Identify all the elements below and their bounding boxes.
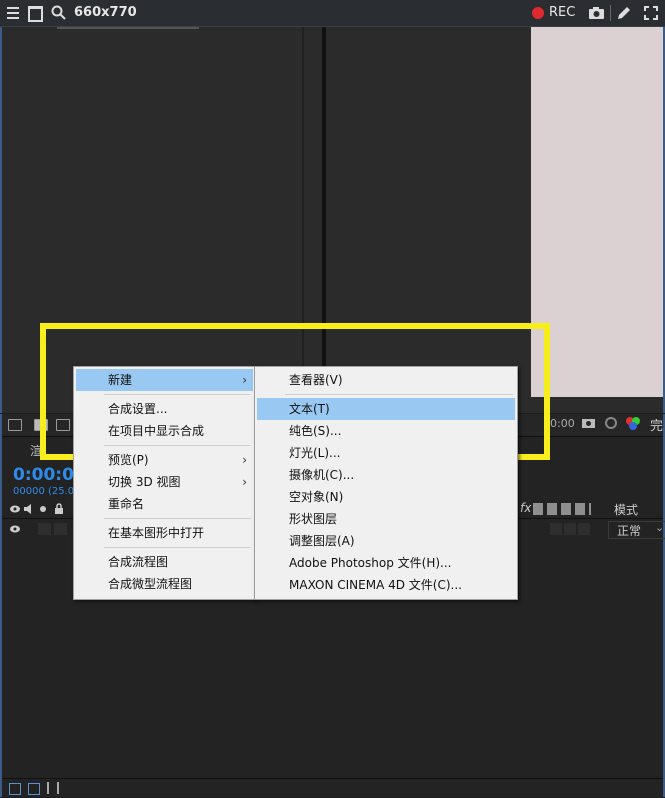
- chevron-down-icon: ⌄: [655, 521, 665, 534]
- context-menu: 新建 › 合成设置... 在项目中显示合成 预览(P) › 切换 3D 视图 › 重命…: [73, 366, 256, 600]
- capture-size-label: 660x770: [74, 5, 137, 20]
- switch-icons[interactable]: [533, 503, 591, 515]
- mode-value: 正常: [617, 524, 642, 538]
- bottom-status-bar: [2, 778, 663, 798]
- submenu-item-null-object[interactable]: 空对象(N): [257, 486, 515, 508]
- snapshot-camera-icon[interactable]: [581, 416, 596, 430]
- camera-icon[interactable]: [588, 6, 605, 20]
- submenu-item-camera[interactable]: 摄像机(C)...: [257, 464, 515, 486]
- toolbar-monitor-icon[interactable]: [8, 419, 22, 431]
- submenu-item-shape-layer[interactable]: 形状图层: [257, 508, 515, 530]
- submenu-item-photoshop-file[interactable]: Adobe Photoshop 文件(H)...: [257, 552, 515, 574]
- solo-icon[interactable]: [40, 506, 46, 512]
- right-time-label: 0:00: [550, 417, 575, 430]
- menu-separator: [104, 547, 251, 548]
- search-icon[interactable]: [51, 5, 66, 20]
- menu-item-mini-flowchart[interactable]: 合成微型流程图: [76, 573, 253, 595]
- record-icon[interactable]: [532, 7, 544, 19]
- chevron-right-icon: ›: [242, 453, 247, 467]
- mode-dropdown[interactable]: 正常 ⌄: [608, 521, 665, 539]
- menu-item-composition-flowchart[interactable]: 合成流程图: [76, 551, 253, 573]
- color-channels-icon[interactable]: [625, 415, 641, 431]
- frame-info: 00000 (25.00: [13, 486, 81, 497]
- menu-item-composition-settings[interactable]: 合成设置...: [76, 398, 253, 420]
- chevron-right-icon: ›: [242, 475, 247, 489]
- lock-icon[interactable]: [54, 503, 64, 515]
- submenu-item-viewer[interactable]: 查看器(V): [257, 369, 515, 391]
- submenu-item-adjustment-layer[interactable]: 调整图层(A): [257, 530, 515, 552]
- submenu-item-cinema4d-file[interactable]: MAXON CINEMA 4D 文件(C)...: [257, 574, 515, 596]
- submenu-item-text[interactable]: 文本(T): [257, 398, 515, 420]
- menu-separator: [104, 518, 251, 519]
- menu-item-switch-3d-view[interactable]: 切换 3D 视图 ›: [76, 471, 253, 493]
- menu-item-open-in-essential-graphics[interactable]: 在基本图形中打开: [76, 522, 253, 544]
- eye-icon[interactable]: [9, 504, 21, 514]
- menu-item-new[interactable]: 新建 ›: [76, 369, 253, 391]
- window-icon[interactable]: [28, 6, 43, 22]
- submenu-item-light[interactable]: 灯光(L)...: [257, 442, 515, 464]
- chevron-right-icon: ›: [242, 373, 247, 387]
- menu-separator: [104, 394, 251, 395]
- mode-header: 模式: [614, 503, 639, 517]
- done-label: 完: [650, 419, 664, 434]
- audio-icon[interactable]: [23, 504, 35, 514]
- submenu-item-solid[interactable]: 纯色(S)...: [257, 420, 515, 442]
- comp-flow-icon[interactable]: [9, 783, 21, 795]
- menu-separator: [104, 445, 251, 446]
- divider: [610, 5, 611, 21]
- graph-icon[interactable]: [47, 782, 59, 794]
- layer-flow-icon[interactable]: [28, 783, 40, 795]
- show-snapshot-icon[interactable]: [604, 416, 618, 430]
- composition-canvas[interactable]: [531, 27, 663, 397]
- menu-item-rename[interactable]: 重命名: [76, 493, 253, 515]
- menu-item-reveal-in-project[interactable]: 在项目中显示合成: [76, 420, 253, 442]
- fullscreen-icon[interactable]: [643, 5, 659, 21]
- viewer-scroll-indicator: [57, 27, 199, 29]
- new-submenu: 查看器(V) 文本(T) 纯色(S)... 灯光(L)... 摄像机(C)...…: [254, 366, 518, 600]
- title-bar: 660x770 REC: [0, 0, 665, 27]
- rec-label[interactable]: REC: [549, 5, 575, 20]
- layer-switch-boxes[interactable]: [38, 523, 68, 535]
- menu-item-preview[interactable]: 预览(P) ›: [76, 449, 253, 471]
- fx-label: fx: [520, 501, 532, 515]
- menu-separator: [285, 394, 513, 395]
- layer-switch-boxes-right[interactable]: [550, 523, 590, 535]
- layer-eye-icon[interactable]: [9, 524, 21, 534]
- hamburger-icon[interactable]: [7, 7, 19, 19]
- pen-icon[interactable]: [616, 5, 632, 21]
